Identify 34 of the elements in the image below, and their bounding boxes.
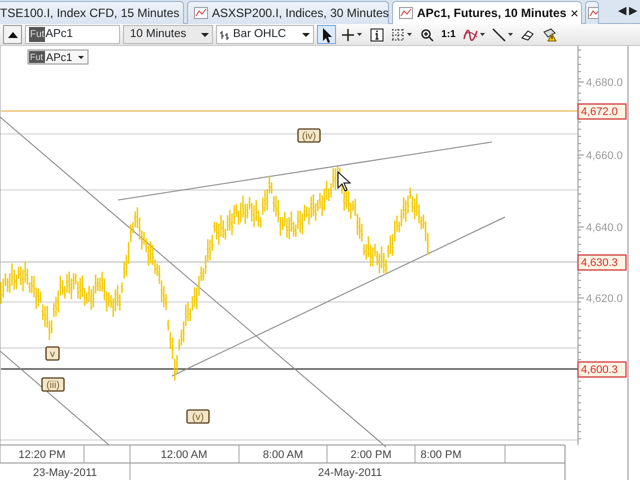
price-axis-label: 4,620.0 bbox=[586, 293, 623, 305]
price-axis-label: 4,660.0 bbox=[586, 150, 623, 162]
tab-label: APc1, Futures, 10 Minutes bbox=[417, 5, 566, 22]
price-axis-label: 4,640.0 bbox=[586, 222, 623, 234]
time-axis-label: 2:00 PM bbox=[350, 449, 392, 461]
ratio-tool-button[interactable]: 1:1 bbox=[439, 25, 458, 44]
price-tag: 4,630.3 bbox=[577, 254, 627, 271]
chart-type-dropdown[interactable]: Bar OHLC bbox=[216, 25, 314, 44]
price-tag: 4,672.0 bbox=[577, 103, 627, 120]
chart-tab[interactable]: APc1, Futures, 10 Minutes × bbox=[392, 1, 582, 24]
wave-label[interactable]: v bbox=[45, 346, 60, 361]
date-axis-label: 24-May-2011 bbox=[318, 467, 382, 479]
tab-label: ASXSP200.I, Indices, 30 Minutes bbox=[212, 5, 389, 22]
wave-label[interactable]: (v) bbox=[186, 409, 210, 424]
time-axis-label: 12:00 AM bbox=[160, 449, 208, 461]
price-tag: 4,600.3 bbox=[577, 361, 627, 378]
time-axis-label: 8:00 PM bbox=[420, 449, 462, 461]
chart-tab[interactable]: ASXSP200.I, Indices, 30 Minutes bbox=[187, 1, 389, 24]
time-axis-label: 8:00 AM bbox=[262, 449, 304, 461]
tab-label: TSE100.I, Index CFD, 15 Minutes bbox=[0, 5, 180, 22]
date-axis-label: 23-May-2011 bbox=[33, 467, 97, 479]
legend-dropdown[interactable]: Fut APc1 bbox=[28, 50, 88, 64]
wave-label[interactable]: (iv) bbox=[297, 128, 321, 143]
wave-label[interactable]: (iii) bbox=[41, 377, 65, 392]
close-button[interactable]: × bbox=[570, 2, 579, 24]
chart-tab[interactable]: TSE100.I, Index CFD, 15 Minutes bbox=[0, 1, 184, 24]
futures-badge: Fut bbox=[29, 27, 46, 42]
interval-dropdown[interactable]: 10 Minutes bbox=[123, 25, 213, 44]
time-axis-label: 12:20 PM bbox=[18, 449, 66, 461]
symbol-text: APc1 bbox=[45, 26, 73, 42]
symbol-field[interactable]: FutAPc1 bbox=[25, 25, 120, 44]
scroll-arrow[interactable]: ◀ bbox=[618, 3, 626, 20]
price-axis-label: 4,680.0 bbox=[586, 77, 623, 89]
scroll-arrow[interactable]: ▶ bbox=[629, 3, 637, 20]
